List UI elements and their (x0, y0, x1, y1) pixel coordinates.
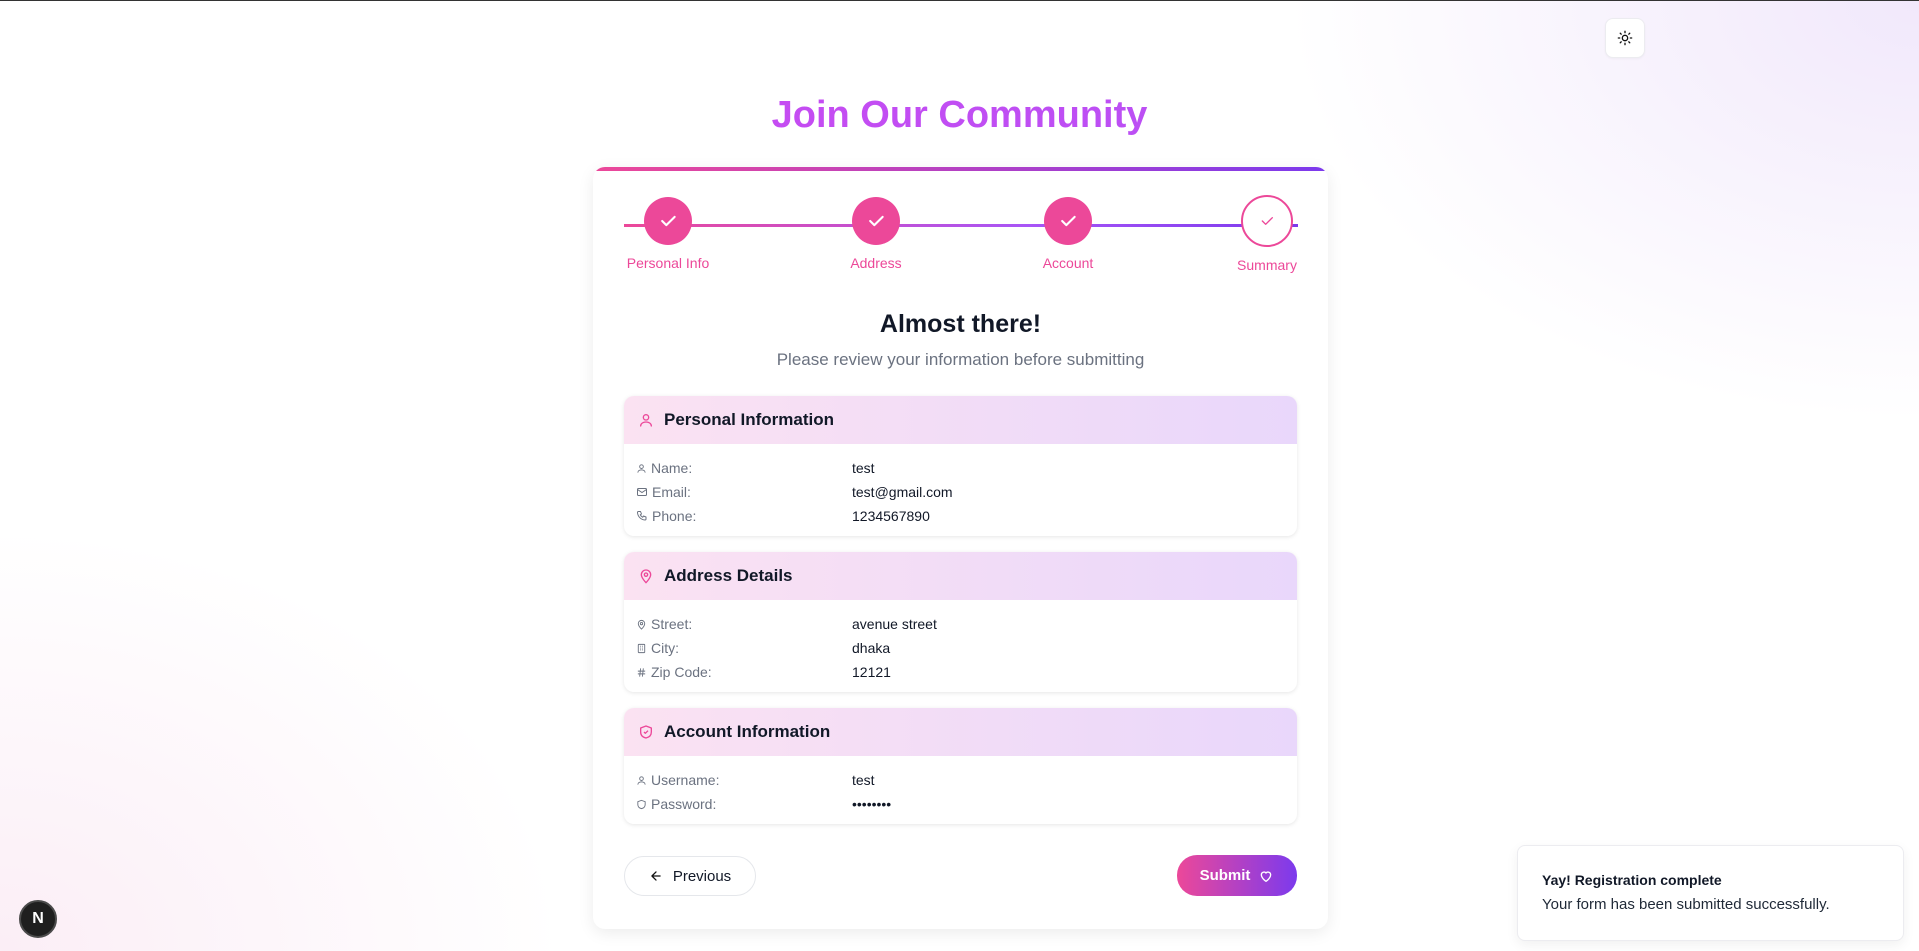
phone-icon (637, 511, 647, 521)
step-label: Personal Info (626, 255, 710, 271)
row-value: test@gmail.com (852, 484, 953, 500)
row-label: Phone: (652, 508, 697, 524)
row-value: 12121 (852, 664, 891, 680)
row-label: Name: (651, 460, 693, 476)
summary-row-email: Email: test@gmail.com (636, 480, 1285, 504)
previous-button[interactable]: Previous (624, 856, 756, 896)
building-icon (637, 643, 646, 653)
row-label: Username: (651, 772, 720, 788)
step-label: Account (1042, 255, 1094, 271)
step-circle (852, 197, 900, 245)
section-title: Account Information (664, 722, 831, 741)
row-label: Street: (651, 616, 693, 632)
section-title: Address Details (664, 566, 793, 585)
step-circle (1044, 197, 1092, 245)
toast-description: Your form has been submitted successfull… (1542, 896, 1830, 913)
user-icon (637, 775, 646, 785)
success-toast: Yay! Registration complete Your form has… (1517, 845, 1904, 941)
row-value: dhaka (852, 640, 891, 656)
map-pin-icon (637, 619, 646, 630)
check-icon (869, 215, 884, 227)
row-label: Password: (651, 796, 717, 812)
nextjs-dev-badge[interactable]: N (19, 900, 57, 938)
account-section: Account Information Username: test Passw… (624, 708, 1297, 824)
summary-row-password: Password: •••••••• (636, 792, 1285, 816)
row-label: Zip Code: (651, 664, 712, 680)
section-title: Personal Information (664, 410, 835, 429)
step-account[interactable]: Account (1008, 197, 1128, 271)
shield-icon (640, 725, 652, 739)
row-value: 1234567890 (852, 508, 930, 524)
page-title: Join Our Community (0, 94, 1919, 137)
step-summary[interactable]: Summary (1207, 195, 1327, 273)
user-icon (640, 414, 652, 427)
map-pin-icon (640, 569, 652, 584)
step-circle-current (1241, 195, 1293, 247)
section-header: Personal Information (624, 396, 1297, 444)
submit-button[interactable]: Submit (1177, 855, 1297, 896)
registration-card: Personal Info Address Account Summary Al… (593, 167, 1328, 929)
summary-row-username: Username: test (636, 768, 1285, 792)
summary-row-phone: Phone: 1234567890 (636, 504, 1285, 528)
user-icon (637, 463, 646, 473)
shield-icon (637, 799, 646, 809)
summary-row-city: City: dhaka (636, 636, 1285, 660)
theme-toggle-button[interactable] (1605, 18, 1645, 58)
row-value: test (852, 772, 875, 788)
submit-label: Submit (1199, 867, 1251, 884)
section-header: Account Information (624, 708, 1297, 756)
row-value: •••••••• (852, 796, 892, 812)
row-label: Email: (652, 484, 691, 500)
step-address[interactable]: Address (816, 197, 936, 271)
arrow-left-icon (651, 871, 661, 881)
nextjs-logo-letter: N (32, 910, 44, 927)
section-header: Address Details (624, 552, 1297, 600)
row-value: test (852, 460, 875, 476)
step-label: Summary (1237, 257, 1297, 273)
personal-info-section: Personal Information Name: test Email: t… (624, 396, 1297, 536)
previous-label: Previous (672, 867, 732, 885)
address-section: Address Details Street: avenue street Ci… (624, 552, 1297, 692)
step-circle (644, 197, 692, 245)
check-icon (1261, 217, 1273, 225)
toast-title: Yay! Registration complete (1542, 872, 1722, 888)
step-personal-info[interactable]: Personal Info (608, 197, 728, 271)
heart-icon (1261, 870, 1272, 882)
row-label: City: (651, 640, 679, 656)
hash-icon (637, 667, 646, 677)
mail-icon (637, 488, 647, 496)
check-icon (1061, 215, 1076, 227)
check-icon (661, 215, 676, 227)
row-value: avenue street (852, 616, 937, 632)
step-label: Address (850, 255, 902, 271)
stepper: Personal Info Address Account Summary (624, 195, 1298, 277)
summary-row-street: Street: avenue street (636, 612, 1285, 636)
card-accent-bar (593, 167, 1328, 171)
summary-subheading: Please review your information before su… (776, 350, 1145, 369)
sun-icon (1617, 30, 1633, 46)
summary-row-name: Name: test (636, 456, 1285, 480)
summary-heading: Almost there! (879, 310, 1042, 338)
summary-row-zip: Zip Code: 12121 (636, 660, 1285, 684)
